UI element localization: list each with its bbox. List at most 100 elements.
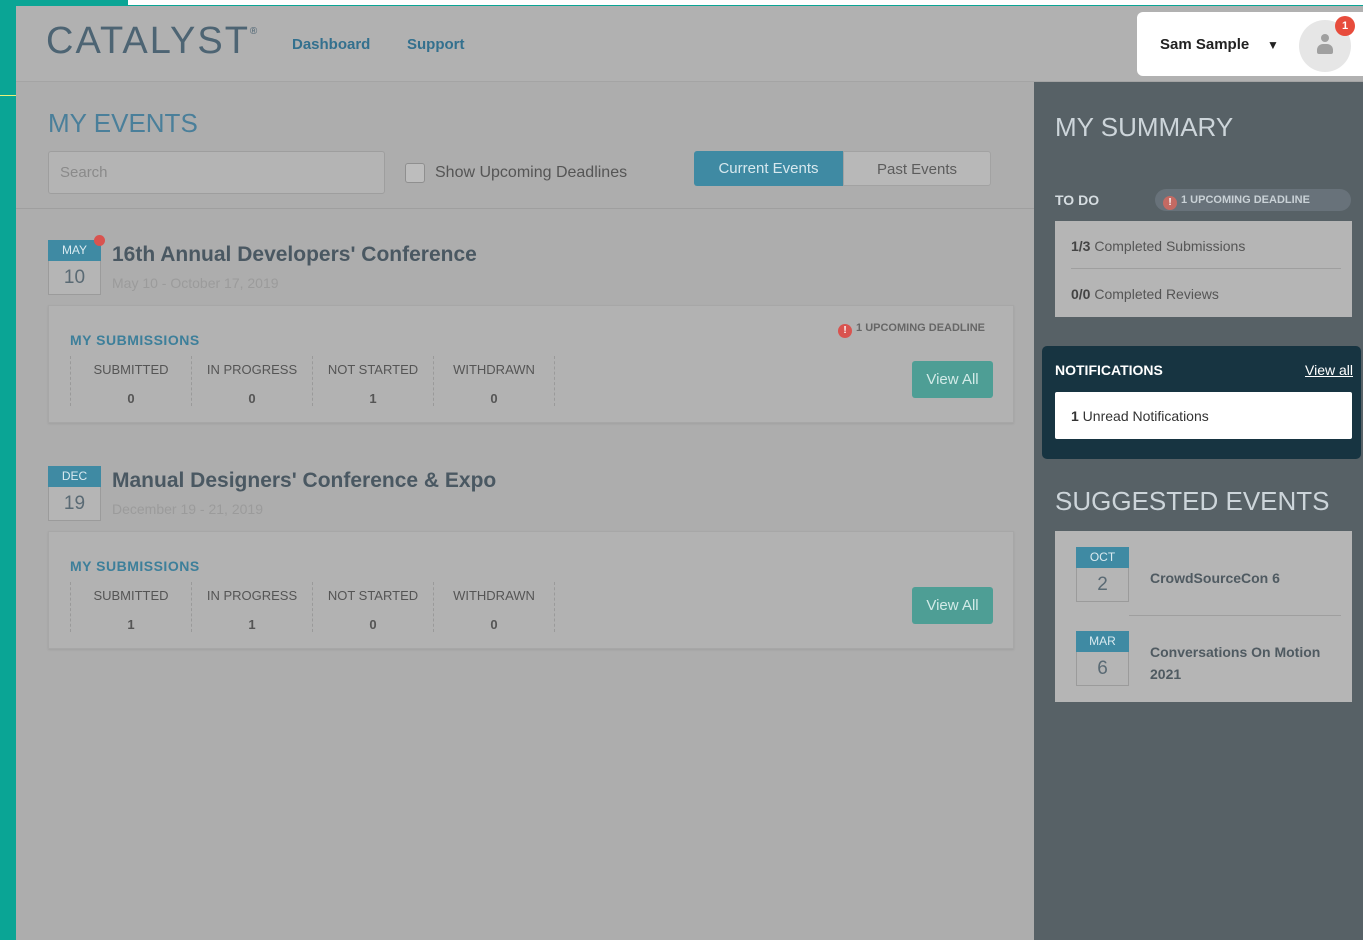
unread-notifications-item[interactable]: 1 Unread Notifications bbox=[1055, 392, 1352, 439]
stat-submitted: SUBMITTED 0 bbox=[70, 356, 191, 406]
stat-submitted: SUBMITTED 1 bbox=[70, 582, 191, 632]
chevron-down-icon[interactable]: ▼ bbox=[1267, 38, 1279, 52]
notification-count-badge[interactable]: 1 bbox=[1335, 16, 1355, 36]
event-date-badge: DEC 19 bbox=[48, 466, 101, 521]
stat-not-started: NOT STARTED 0 bbox=[312, 582, 433, 632]
event-item: DEC 19 Manual Designers' Conference & Ex… bbox=[48, 466, 1014, 651]
submissions-card: MY SUBMISSIONS SUBMITTED 1 IN PROGRESS 1… bbox=[48, 531, 1014, 649]
event-dates: May 10 - October 17, 2019 bbox=[112, 275, 279, 291]
stat-in-progress: IN PROGRESS 0 bbox=[191, 356, 312, 406]
upcoming-deadlines-label[interactable]: Show Upcoming Deadlines bbox=[435, 164, 627, 182]
event-date-badge: MAR 6 bbox=[1076, 631, 1129, 686]
event-day: 10 bbox=[48, 261, 101, 295]
event-item: MAY 10 16th Annual Developers' Conferenc… bbox=[48, 235, 1014, 425]
view-all-button[interactable]: View All bbox=[912, 587, 993, 624]
event-month: MAY bbox=[48, 240, 101, 261]
notifications-title: NOTIFICATIONS bbox=[1055, 362, 1163, 378]
unread-count: 1 bbox=[1071, 408, 1079, 424]
stat-label: WITHDRAWN bbox=[453, 588, 535, 603]
app-window: CATALYST® Dashboard Support Sam Sample ▼… bbox=[16, 6, 1363, 940]
stat-withdrawn: WITHDRAWN 0 bbox=[433, 582, 554, 632]
main-content: MY EVENTS Show Upcoming Deadlines Curren… bbox=[16, 82, 1034, 940]
stat-label: IN PROGRESS bbox=[206, 588, 298, 603]
user-icon-head bbox=[1321, 34, 1329, 42]
event-day: 2 bbox=[1076, 568, 1129, 602]
stat-value: 0 bbox=[248, 391, 256, 406]
stat-value: 0 bbox=[127, 391, 135, 406]
tab-current-events[interactable]: Current Events bbox=[694, 151, 843, 186]
user-icon-body bbox=[1317, 44, 1333, 54]
todo-deadline-pill: ! 1 UPCOMING DEADLINE bbox=[1155, 189, 1351, 211]
upcoming-deadline-tag: ! 1 UPCOMING DEADLINE bbox=[838, 322, 985, 338]
left-frame-strip bbox=[0, 0, 16, 940]
stat-value: 1 bbox=[248, 617, 256, 632]
stat-label: IN PROGRESS bbox=[206, 362, 298, 377]
summary-title: MY SUMMARY bbox=[1055, 112, 1234, 142]
event-dates: December 19 - 21, 2019 bbox=[112, 501, 263, 517]
alert-icon: ! bbox=[838, 324, 853, 338]
catalyst-logo[interactable]: CATALYST® bbox=[46, 20, 259, 63]
suggested-events-title: SUGGESTED EVENTS bbox=[1055, 486, 1330, 516]
event-month: DEC bbox=[48, 466, 101, 487]
user-name[interactable]: Sam Sample bbox=[1160, 36, 1249, 53]
stats-divider bbox=[554, 582, 555, 632]
reviews-text: Completed Reviews bbox=[1090, 286, 1219, 302]
stat-value: 1 bbox=[369, 391, 377, 406]
completed-reviews-row[interactable]: 0/0 Completed Reviews bbox=[1071, 286, 1219, 302]
submissions-count: 1/3 bbox=[1071, 238, 1091, 254]
event-date-badge: OCT 2 bbox=[1076, 547, 1129, 602]
deadline-indicator-dot bbox=[94, 235, 105, 246]
submissions-title: MY SUBMISSIONS bbox=[70, 332, 200, 348]
stat-withdrawn: WITHDRAWN 0 bbox=[433, 356, 554, 406]
stat-label: SUBMITTED bbox=[93, 362, 169, 377]
logo-text[interactable]: CATALYST bbox=[46, 20, 250, 62]
stat-value: 0 bbox=[490, 391, 498, 406]
submissions-card: MY SUBMISSIONS ! 1 UPCOMING DEADLINE SUBM… bbox=[48, 305, 1014, 423]
stats-divider bbox=[554, 356, 555, 406]
todo-card: 1/3 Completed Submissions 0/0 Completed … bbox=[1055, 221, 1352, 317]
user-icon bbox=[1317, 34, 1333, 56]
submissions-text: Completed Submissions bbox=[1090, 238, 1246, 254]
search-input[interactable] bbox=[48, 151, 385, 194]
deadline-text: 1 UPCOMING DEADLINE bbox=[856, 322, 985, 334]
event-date-badge: MAY 10 bbox=[48, 235, 105, 295]
nav-dashboard[interactable]: Dashboard bbox=[292, 36, 370, 53]
event-month: OCT bbox=[1076, 547, 1129, 568]
event-month: MAR bbox=[1076, 631, 1129, 652]
reviews-count: 0/0 bbox=[1071, 286, 1091, 302]
user-menu[interactable]: Sam Sample ▼ 1 bbox=[1137, 12, 1363, 76]
completed-submissions-row[interactable]: 1/3 Completed Submissions bbox=[1071, 238, 1245, 254]
tab-past-events[interactable]: Past Events bbox=[843, 151, 991, 186]
suggested-event-item[interactable]: OCT 2 CrowdSourceCon 6 bbox=[1076, 547, 1341, 602]
suggested-events-card: OCT 2 CrowdSourceCon 6 MAR 6 Conversatio… bbox=[1055, 531, 1352, 702]
suggested-event-item[interactable]: MAR 6 Conversations On Motion 2021 bbox=[1076, 631, 1341, 686]
stat-not-started: NOT STARTED 1 bbox=[312, 356, 433, 406]
stat-label: NOT STARTED bbox=[327, 362, 419, 377]
suggested-event-name[interactable]: Conversations On Motion 2021 bbox=[1150, 641, 1340, 685]
todo-deadline-text: 1 UPCOMING DEADLINE bbox=[1181, 194, 1310, 206]
frame-tick bbox=[0, 95, 16, 96]
upcoming-deadlines-checkbox[interactable] bbox=[405, 163, 425, 183]
divider bbox=[1071, 268, 1341, 269]
page-title: MY EVENTS bbox=[48, 108, 198, 138]
top-header: CATALYST® Dashboard Support Sam Sample ▼… bbox=[16, 6, 1363, 82]
stat-label: NOT STARTED bbox=[327, 588, 419, 603]
view-all-button[interactable]: View All bbox=[912, 361, 993, 398]
stat-value: 0 bbox=[369, 617, 377, 632]
logo-reg-mark: ® bbox=[249, 26, 260, 37]
notifications-view-all-link[interactable]: View all bbox=[1305, 362, 1353, 378]
stat-label: SUBMITTED bbox=[93, 588, 169, 603]
notifications-panel: NOTIFICATIONS View all 1 Unread Notifica… bbox=[1042, 346, 1361, 459]
stat-value: 0 bbox=[490, 617, 498, 632]
event-title[interactable]: 16th Annual Developers' Conference bbox=[112, 243, 477, 267]
event-title[interactable]: Manual Designers' Conference & Expo bbox=[112, 469, 496, 493]
divider bbox=[16, 208, 1034, 209]
stat-value: 1 bbox=[127, 617, 135, 632]
divider bbox=[1129, 615, 1341, 616]
unread-text: Unread Notifications bbox=[1078, 408, 1209, 424]
suggested-event-name[interactable]: CrowdSourceCon 6 bbox=[1150, 567, 1340, 589]
submissions-title: MY SUBMISSIONS bbox=[70, 558, 200, 574]
stat-label: WITHDRAWN bbox=[453, 362, 535, 377]
nav-support[interactable]: Support bbox=[407, 36, 465, 53]
alert-icon: ! bbox=[1163, 196, 1177, 210]
